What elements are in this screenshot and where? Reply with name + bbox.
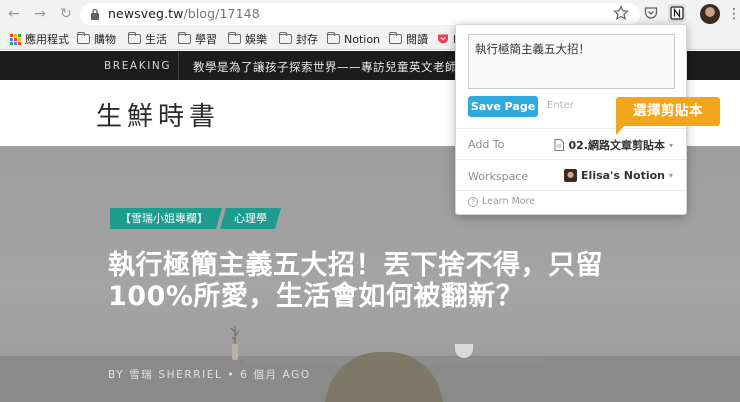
menu-icon[interactable]: ⋮ [727,4,740,24]
folder-icon [279,32,292,44]
folder-icon [228,32,241,44]
bookmark-label: 學習 [195,33,217,46]
star-icon[interactable] [613,5,629,21]
divider [456,128,686,129]
bookmark-folder-entertainment[interactable]: 娛樂 [228,31,267,47]
bookmark-folder-archive[interactable]: 封存 [279,31,318,47]
folder-icon [389,32,402,44]
workspace-value: Elisa's Notion [581,169,665,182]
folder-icon [77,32,90,44]
notion-clipper-icon[interactable] [668,4,686,22]
bookmark-folder-shopping[interactable]: 購物 [77,31,116,47]
lock-icon [91,8,99,20]
save-page-button[interactable]: Save Page [468,96,538,117]
reload-icon[interactable]: ↻ [56,4,76,24]
add-to-value: 02.網路文章剪貼本 [568,139,665,152]
annotation-callout-tail [616,125,625,135]
bookmark-label: 應用程式 [25,33,69,46]
bookmark-label: Notion [344,32,381,46]
add-to-label: Add To [468,138,505,151]
article-byline: BY 雪瑞 SHERRIEL • 6 個月 AGO [108,369,311,381]
page-icon [554,139,565,151]
bookmark-apps[interactable]: 應用程式 [10,31,69,47]
article-tags: 【雪瑞小姐專欄】 心理學 [110,208,281,229]
chevron-down-icon: ▾ [668,140,673,150]
bookmark-label: 娛樂 [245,33,267,46]
divider [178,51,179,80]
hero-image-vase [230,326,240,360]
folder-icon [178,32,191,44]
site-logo[interactable]: 生鮮時書 [96,96,220,133]
page-title-field[interactable]: 執行極簡主義五大招！ [468,34,675,89]
folder-icon [128,32,141,44]
add-to-selector[interactable]: 02.網路文章剪貼本 ▾ [554,137,673,153]
bookmark-label: 生活 [145,33,167,46]
divider [456,159,686,160]
tag-column[interactable]: 【雪瑞小姐專欄】 [110,208,222,229]
url-text: newsveg.tw/blog/17148 [108,6,260,21]
bookmark-label: 購物 [94,33,116,46]
pocket-icon[interactable] [643,5,659,21]
chevron-down-icon: ▾ [668,171,673,180]
bookmark-folder-reading[interactable]: 閱讀 [389,31,428,47]
tag-psychology[interactable]: 心理學 [220,208,281,229]
profile-avatar[interactable] [700,4,720,24]
folder-icon [327,32,340,44]
bookmark-label: 封存 [296,33,318,46]
breaking-label: BREAKING [104,60,172,72]
address-bar[interactable]: newsveg.tw/blog/17148 [80,3,640,25]
bookmark-folder-notion[interactable]: Notion [327,31,380,47]
breaking-headline-link[interactable]: 教學是為了讓孩子探索世界——專訪兒童英文老師ARIEL [193,59,492,75]
article-title: 執行極簡主義五大招！丟下捨不得，只留100%所愛，生活會如何被翻新？ [108,250,603,312]
enter-hint: Enter [547,100,574,111]
learn-more-link[interactable]: ? Learn More [468,196,535,207]
workspace-label: Workspace [468,170,529,183]
back-icon[interactable]: ← [4,4,24,24]
bookmark-folder-life[interactable]: 生活 [128,31,167,47]
help-icon: ? [468,196,478,207]
url-path: /blog/17148 [183,6,260,21]
workspace-avatar [564,169,578,182]
pocket-icon [438,34,448,44]
divider [456,190,686,191]
learn-more-label: Learn More [482,196,536,207]
annotation-callout: 選擇剪貼本 [616,97,720,126]
bookmark-folder-study[interactable]: 學習 [178,31,217,47]
apps-grid-icon [10,33,21,45]
url-domain: newsveg.tw [108,6,184,21]
bookmark-label: 閱讀 [406,33,428,46]
workspace-selector[interactable]: Elisa's Notion ▾ [564,169,673,182]
forward-icon[interactable]: → [30,4,50,24]
